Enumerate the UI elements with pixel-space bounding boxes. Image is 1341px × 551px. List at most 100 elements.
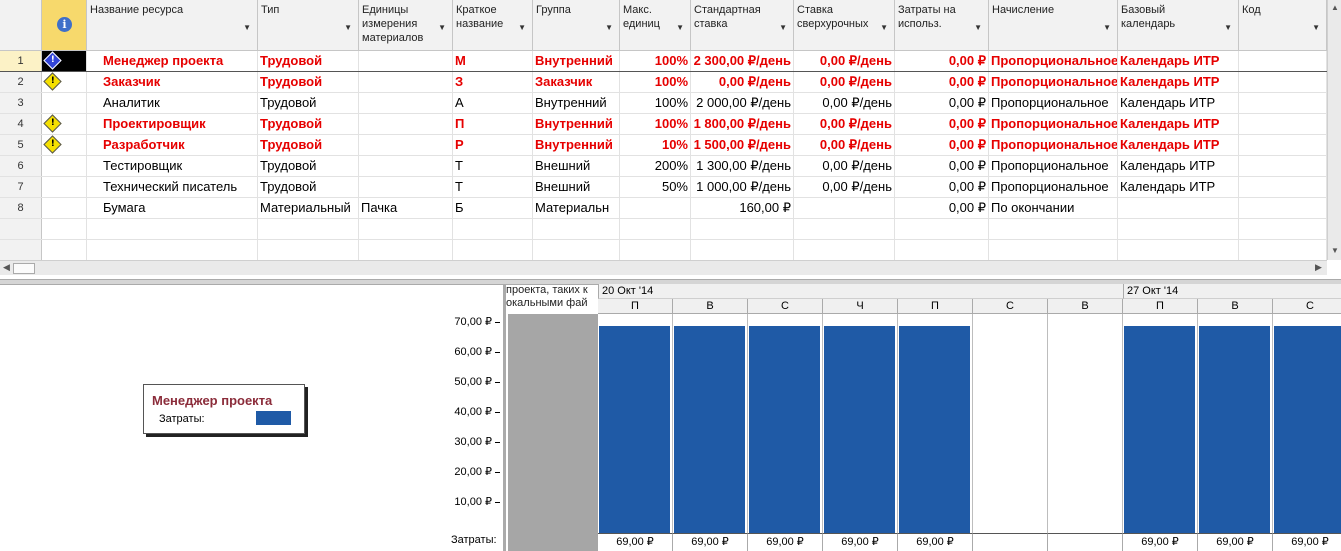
cell-cal[interactable] <box>1118 240 1239 260</box>
table-row[interactable]: 7 Технический писатель Трудовой Т Внешний 50%… <box>0 177 1327 198</box>
cell-code[interactable] <box>1239 93 1327 113</box>
cell-group[interactable]: Материальн <box>533 198 620 218</box>
filter-dropdown-icon[interactable]: ▼ <box>676 21 684 35</box>
cell-cost[interactable]: 0,00 ₽ <box>895 51 989 71</box>
cell-cost[interactable]: 0,00 ₽ <box>895 156 989 176</box>
overallocation-warning-icon[interactable]: ! <box>43 51 62 70</box>
cell-std[interactable] <box>691 219 794 239</box>
filter-dropdown-icon[interactable]: ▼ <box>438 21 446 35</box>
cell-ovt[interactable] <box>794 198 895 218</box>
cell-max[interactable]: 50% <box>620 177 691 197</box>
indicator-cell[interactable]: ! <box>42 51 87 71</box>
column-header-ovt[interactable]: Ставка сверхурочных ▼ <box>794 0 895 50</box>
indicator-cell[interactable]: ! <box>42 72 87 92</box>
cell-ovt[interactable] <box>794 240 895 260</box>
graph-divider[interactable] <box>503 284 506 551</box>
cell-max[interactable]: 100% <box>620 72 691 92</box>
cell-cost[interactable]: 0,00 ₽ <box>895 93 989 113</box>
cell-short[interactable]: З <box>453 72 533 92</box>
cell-cost[interactable]: 0,00 ₽ <box>895 177 989 197</box>
filter-dropdown-icon[interactable]: ▼ <box>974 21 982 35</box>
cell-accrue[interactable]: Пропорциональное <box>989 51 1118 71</box>
cell-std[interactable]: 1 300,00 ₽/день <box>691 156 794 176</box>
filter-dropdown-icon[interactable]: ▼ <box>779 21 787 35</box>
cell-name[interactable]: Аналитик <box>87 93 258 113</box>
cell-units[interactable] <box>359 240 453 260</box>
cell-type[interactable]: Трудовой <box>258 156 359 176</box>
cell-group[interactable]: Внутренний <box>533 135 620 155</box>
cell-short[interactable]: Т <box>453 177 533 197</box>
cell-units[interactable] <box>359 72 453 92</box>
cell-name[interactable]: Тестировщик <box>87 156 258 176</box>
cell-group[interactable]: Внешний <box>533 177 620 197</box>
scroll-thumb[interactable] <box>13 263 35 274</box>
cell-units[interactable] <box>359 93 453 113</box>
cell-cost[interactable]: 0,00 ₽ <box>895 114 989 134</box>
overallocation-warning-icon[interactable]: ! <box>43 114 62 133</box>
horizontal-scrollbar[interactable]: ◀ ▶ <box>0 260 1327 275</box>
indicators-column-header[interactable]: i <box>42 0 87 50</box>
cell-ovt[interactable]: 0,00 ₽/день <box>794 72 895 92</box>
cell-type[interactable] <box>258 240 359 260</box>
indicator-cell[interactable] <box>42 93 87 113</box>
row-number[interactable]: 3 <box>0 93 42 113</box>
cell-type[interactable]: Трудовой <box>258 51 359 71</box>
cell-cost[interactable]: 0,00 ₽ <box>895 72 989 92</box>
filter-dropdown-icon[interactable]: ▼ <box>1224 21 1232 35</box>
cell-type[interactable]: Материальный <box>258 198 359 218</box>
cell-cost[interactable]: 0,00 ₽ <box>895 198 989 218</box>
cell-name[interactable]: Разработчик <box>87 135 258 155</box>
cell-units[interactable] <box>359 156 453 176</box>
vertical-scrollbar[interactable]: ▲ ▼ <box>1327 0 1341 260</box>
cell-units[interactable] <box>359 51 453 71</box>
table-row[interactable]: 3 Аналитик Трудовой А Внутренний 100% 2 000,00… <box>0 93 1327 114</box>
cell-code[interactable] <box>1239 219 1327 239</box>
cell-cost[interactable] <box>895 240 989 260</box>
filter-dropdown-icon[interactable]: ▼ <box>243 21 251 35</box>
row-number[interactable]: 4 <box>0 114 42 134</box>
cell-short[interactable] <box>453 240 533 260</box>
cell-short[interactable]: М <box>453 51 533 71</box>
cell-code[interactable] <box>1239 198 1327 218</box>
indicator-cell[interactable] <box>42 198 87 218</box>
cell-max[interactable]: 10% <box>620 135 691 155</box>
cost-bar[interactable] <box>1199 326 1270 533</box>
cell-cal[interactable]: Календарь ИТР <box>1118 51 1239 71</box>
row-number[interactable] <box>0 240 42 260</box>
scroll-down-icon[interactable]: ▼ <box>1331 246 1339 255</box>
row-number[interactable]: 2 <box>0 72 42 92</box>
cell-group[interactable]: Внутренний <box>533 51 620 71</box>
filter-dropdown-icon[interactable]: ▼ <box>344 21 352 35</box>
column-header-cal[interactable]: Базовый календарь ▼ <box>1118 0 1239 50</box>
cell-cal[interactable]: Календарь ИТР <box>1118 177 1239 197</box>
filter-dropdown-icon[interactable]: ▼ <box>518 21 526 35</box>
select-all-corner[interactable] <box>0 0 42 50</box>
overallocation-warning-icon[interactable]: ! <box>43 72 62 91</box>
cell-max[interactable]: 100% <box>620 114 691 134</box>
cell-std[interactable]: 2 000,00 ₽/день <box>691 93 794 113</box>
cell-cost[interactable] <box>895 219 989 239</box>
cell-ovt[interactable] <box>794 219 895 239</box>
cell-std[interactable]: 1 000,00 ₽/день <box>691 177 794 197</box>
cell-code[interactable] <box>1239 72 1327 92</box>
cell-std[interactable]: 2 300,00 ₽/день <box>691 51 794 71</box>
cost-bar[interactable] <box>1274 326 1341 533</box>
table-row[interactable]: 1! Менеджер проекта Трудовой М Внутренний 100… <box>0 51 1327 72</box>
cell-cal[interactable]: Календарь ИТР <box>1118 156 1239 176</box>
column-header-group[interactable]: Группа ▼ <box>533 0 620 50</box>
scroll-right-icon[interactable]: ▶ <box>1315 262 1322 273</box>
cell-std[interactable]: 160,00 ₽ <box>691 198 794 218</box>
cell-std[interactable]: 1 500,00 ₽/день <box>691 135 794 155</box>
cell-std[interactable] <box>691 240 794 260</box>
cell-max[interactable] <box>620 219 691 239</box>
cell-max[interactable] <box>620 240 691 260</box>
cell-max[interactable]: 100% <box>620 51 691 71</box>
cell-cal[interactable] <box>1118 219 1239 239</box>
table-row[interactable]: 6 Тестировщик Трудовой Т Внешний 200% 1 300,00… <box>0 156 1327 177</box>
filter-dropdown-icon[interactable]: ▼ <box>1103 21 1111 35</box>
column-header-cost[interactable]: Затраты на использ. ▼ <box>895 0 989 50</box>
cell-accrue[interactable]: Пропорциональное <box>989 135 1118 155</box>
cell-type[interactable]: Трудовой <box>258 135 359 155</box>
cell-short[interactable] <box>453 219 533 239</box>
indicator-cell[interactable] <box>42 219 87 239</box>
